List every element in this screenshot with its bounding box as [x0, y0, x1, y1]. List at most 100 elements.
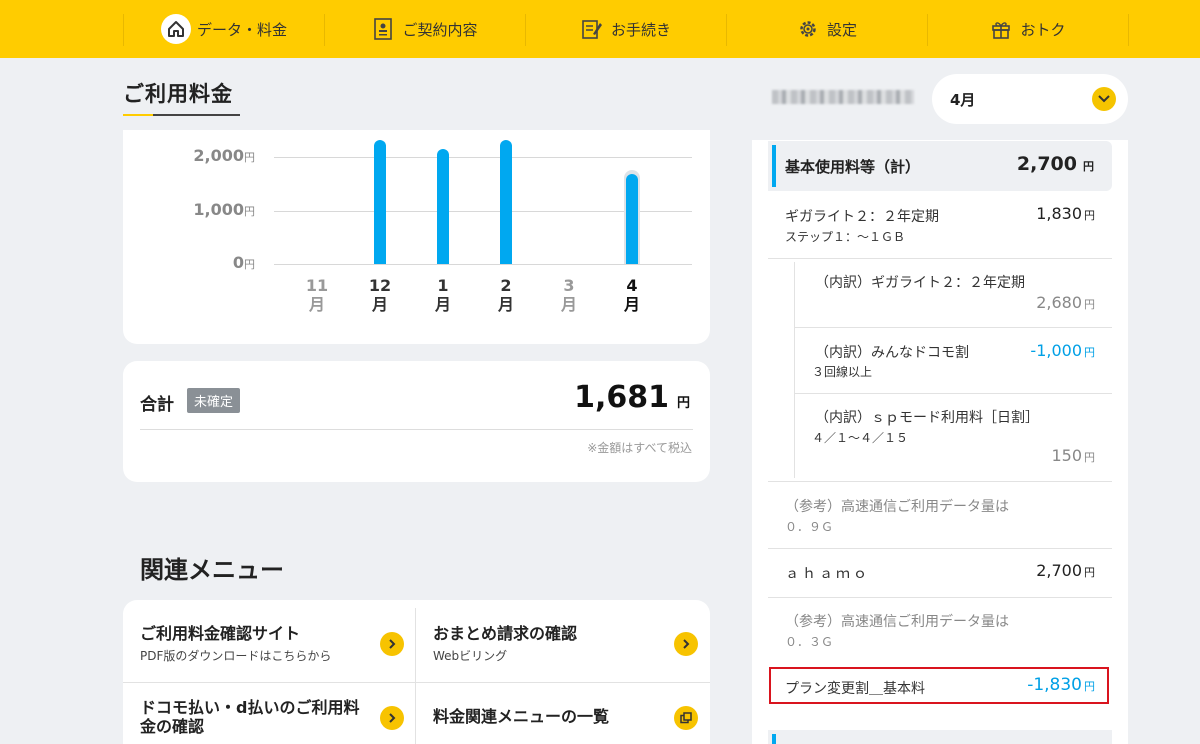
nav-item-label: 設定	[826, 20, 857, 39]
x-tick-label: 3月	[554, 276, 584, 314]
fee-item-value: -1,830	[1027, 675, 1082, 695]
divider	[768, 258, 1112, 259]
bar-12月	[374, 140, 386, 264]
y-tick-value: 1,000	[193, 199, 244, 219]
x-tick-label-line: 3	[563, 276, 575, 295]
total-amount: 1,681 円	[574, 380, 690, 415]
fee-item-value: 2,680	[1036, 293, 1082, 312]
basic-fee-unit: 円	[1083, 160, 1094, 173]
fee-item-amount: 1,830 円	[1036, 204, 1095, 223]
data-usage-value: ０．９Ｇ	[785, 520, 834, 534]
title-underline	[123, 114, 240, 116]
divider	[768, 597, 1112, 598]
bar-1月	[437, 148, 449, 264]
top-nav: データ・料金 ご契約内容 お手続き 設定 おトク	[0, 0, 1200, 58]
x-tick-label-line: 月	[497, 295, 514, 314]
gift-icon	[990, 18, 1012, 40]
x-tick-label-line: 月	[623, 295, 640, 314]
x-tick-label-line: 12	[368, 276, 392, 295]
chevron-right-icon[interactable]	[380, 632, 404, 656]
fee-item-value: 1,830	[1036, 204, 1082, 223]
title-underline-accent	[123, 114, 153, 116]
fee-item-amount: -1,830 円	[1027, 675, 1095, 695]
menu-item-title-line2: 金の確認	[140, 717, 205, 736]
y-tick-label: 0円	[135, 253, 255, 272]
data-usage-value: ０．３Ｇ	[785, 635, 834, 649]
fee-item-value: 150	[1051, 446, 1082, 465]
bar-4月	[626, 174, 638, 264]
bar-2月	[500, 140, 512, 264]
copy-icon[interactable]	[674, 706, 698, 730]
x-tick-label-line: 月	[371, 295, 388, 314]
nav-item-label: お手続き	[610, 20, 671, 39]
fee-item-label: （内訳）ｓｐモード利用料［日割］	[815, 410, 1039, 426]
total-amount-value: 1,681	[574, 380, 669, 415]
fee-item-unit: 円	[1084, 566, 1095, 579]
divider	[415, 608, 416, 744]
fee-item-value: -1,000	[1030, 341, 1082, 360]
menu-item-combined-billing[interactable]: おまとめ請求の確認 Webビリング	[433, 624, 673, 664]
fee-item-unit: 円	[1084, 451, 1095, 464]
nav-item-deals[interactable]: おトク	[928, 13, 1128, 45]
divider	[140, 429, 693, 430]
breakdown-indent-line	[794, 262, 795, 478]
x-tick-label: 12 月	[365, 276, 395, 314]
fee-item-unit: 円	[1084, 209, 1095, 222]
menu-item-subtitle: Webビリング	[433, 649, 508, 663]
x-tick-label-line: 月	[434, 295, 451, 314]
unconfirmed-badge: 未確定	[187, 388, 241, 413]
y-tick-label: 2,000円	[135, 146, 255, 165]
masked-phone-number	[772, 90, 914, 104]
fee-item-unit: 円	[1084, 298, 1095, 311]
y-tick-label: 1,000円	[135, 200, 255, 219]
x-tick-label: 1月	[428, 276, 458, 314]
fee-item-unit: 円	[1084, 680, 1095, 693]
month-select[interactable]: 4月	[932, 74, 1128, 124]
menu-item-subtitle: PDF版のダウンロードはこちらから	[140, 649, 332, 663]
chevron-right-icon[interactable]	[674, 632, 698, 656]
divider	[795, 393, 1112, 394]
month-select-value: 4月	[950, 91, 976, 109]
accent-bar	[772, 734, 776, 744]
related-menu-heading: 関連メニュー	[140, 556, 284, 584]
x-tick-label-line: 月	[308, 295, 325, 314]
home-icon	[160, 14, 191, 44]
fee-item-sub: ステップ１：～１ＧＢ	[785, 230, 906, 244]
fee-item-amount: -1,000 円	[1030, 341, 1095, 360]
nav-divider	[1128, 14, 1129, 46]
chevron-right-icon[interactable]	[380, 706, 404, 730]
basic-fee-value: 2,700	[1016, 153, 1077, 175]
y-tick-value: 2,000	[193, 146, 244, 165]
x-tick-label: 4月	[617, 276, 647, 314]
fee-item-amount: 2,700 円	[1036, 561, 1095, 580]
page-title: ご利用料金	[123, 82, 233, 106]
divider	[768, 548, 1112, 549]
x-tick-label: 11 月	[302, 276, 332, 314]
data-usage-label: （参考）高速通信ご利用データ量は	[785, 614, 1009, 630]
nav-item-contract[interactable]: ご契約内容	[325, 13, 525, 45]
menu-item-docomo-pay[interactable]: ドコモ払い・d払いのご利用料 金の確認	[140, 698, 380, 736]
x-tick-label-line: 月	[560, 295, 577, 314]
gridline	[274, 264, 692, 265]
nav-item-procedure[interactable]: お手続き	[526, 13, 726, 45]
menu-item-title: 料金関連メニューの一覧	[433, 707, 610, 726]
contract-icon	[372, 18, 394, 40]
nav-item-settings[interactable]: 設定	[727, 13, 927, 45]
total-amount-unit: 円	[676, 396, 690, 411]
fee-item-amount: 2,680 円	[1036, 293, 1095, 312]
data-usage-label: （参考）高速通信ご利用データ量は	[785, 499, 1009, 515]
menu-item-fee-site[interactable]: ご利用料金確認サイト PDF版のダウンロードはこちらから	[140, 624, 410, 664]
total-card: 合計 未確定 1,681 円 ※金額はすべて税込	[123, 361, 710, 482]
nav-item-label: おトク	[1020, 20, 1066, 39]
total-label: 合計	[140, 395, 174, 415]
nav-item-label: ご契約内容	[402, 20, 478, 39]
divider	[123, 682, 710, 683]
menu-item-fee-menu-list[interactable]: 料金関連メニューの一覧	[433, 707, 673, 726]
fee-item-label: （内訳）ギガライト２：２年定期	[815, 275, 1025, 291]
next-section-header	[768, 730, 1112, 744]
y-tick-unit: 円	[244, 204, 255, 218]
fee-item-label: （内訳）みんなドコモ割	[815, 345, 969, 361]
nav-item-data-fee[interactable]: データ・料金	[124, 13, 324, 45]
x-tick-label-line: 11	[305, 276, 329, 295]
fee-item-label: プラン変更割＿基本料	[785, 681, 925, 697]
